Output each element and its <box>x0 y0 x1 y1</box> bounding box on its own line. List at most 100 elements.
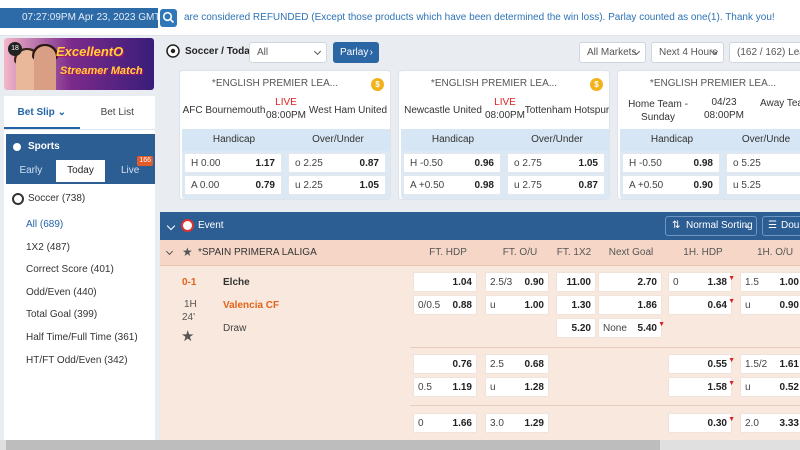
col-1h-hdp: 1H. HDP <box>683 247 723 258</box>
sport-filter-select[interactable]: All <box>249 42 327 63</box>
tab-bet-list[interactable]: Bet List <box>80 96 156 129</box>
col-next-goal: Next Goal <box>608 247 654 258</box>
league-filter-select[interactable]: (162 / 162) Leagu <box>729 42 800 63</box>
odds-cell[interactable]: 1.5/2 1.61 <box>740 354 800 374</box>
odds-cell[interactable]: u 2.75 0.87 <box>507 175 605 195</box>
odds-cell[interactable]: o 2.25 0.87 <box>288 153 386 173</box>
search-button[interactable] <box>160 9 177 27</box>
home-team[interactable]: Elche <box>223 277 250 288</box>
tab-today[interactable]: Today <box>55 160 106 184</box>
odds-cell[interactable]: o 5.25 <box>726 153 800 173</box>
draw-label: Draw <box>223 323 247 334</box>
soccer-ball-icon <box>166 44 180 58</box>
chevron-down-icon[interactable] <box>165 247 174 256</box>
odds-cell[interactable]: 0.55 ▼ <box>668 354 735 374</box>
bet-type-all[interactable]: All (689) <box>26 214 155 237</box>
odds-cell[interactable]: 0.64 ▼ <box>668 295 735 315</box>
odds-cell[interactable]: 1.58 ▼ <box>668 377 735 397</box>
card-away-team: Tottenham Hotspur <box>524 105 610 116</box>
chevron-up-icon[interactable] <box>166 221 176 231</box>
parlay-button[interactable]: Parlay › <box>333 42 379 63</box>
banner-subtitle: Streamer Match <box>60 65 143 77</box>
odds-cell[interactable]: o 2.75 1.05 <box>507 153 605 173</box>
markets-select[interactable]: All Markets <box>579 42 646 63</box>
promo-banner[interactable]: 18 ExcellentO Streamer Match <box>4 38 154 90</box>
odds-cell[interactable]: 1.04 <box>413 272 477 292</box>
card-league: *ENGLISH PREMIER LEA... <box>649 78 777 89</box>
tab-early[interactable]: Early <box>6 160 56 184</box>
odds-cell[interactable]: 0.30 ▼ <box>668 413 735 433</box>
odds-cell[interactable]: u 0.90 <box>740 295 800 315</box>
chevron-right-icon: › <box>369 47 373 58</box>
odds-cell[interactable]: 5.20 <box>556 318 596 338</box>
sports-header: Sports <box>6 134 155 160</box>
featured-match-card[interactable]: *ENGLISH PREMIER LEA... $ Newcastle Unit… <box>398 70 610 200</box>
bet-type-odd-even[interactable]: Odd/Even (440) <box>26 282 155 305</box>
featured-match-card[interactable]: *ENGLISH PREMIER LEA... $ AFC Bournemout… <box>179 70 391 200</box>
list-icon: ☰ <box>768 220 777 231</box>
odds-cell[interactable]: u 0.52 <box>740 377 800 397</box>
odds-cell[interactable]: 2.5 0.68 <box>485 354 549 374</box>
sidebar: Bet Slip ⌄ Bet List Sports Early Today L… <box>4 96 155 450</box>
odds-cell[interactable]: 11.00 <box>556 272 596 292</box>
odds-cell[interactable]: 2.70 <box>598 272 662 292</box>
odds-down-icon: ▼ <box>658 321 665 328</box>
odds-cell[interactable]: u 5.25 <box>726 175 800 195</box>
odds-cell[interactable]: 1.30 <box>556 295 596 315</box>
match-rows: 0-1 1H 24' ★ Elche Valencia CF Draw 1.04… <box>160 266 800 440</box>
odds-cell[interactable]: None 5.40 ▼ <box>598 318 665 338</box>
bet-type-correct-score[interactable]: Correct Score (401) <box>26 259 155 282</box>
match-score: 0-1 <box>182 277 197 288</box>
odds-cell[interactable]: H -0.50 0.98 <box>622 153 720 173</box>
bet-type-ht-ft[interactable]: Half Time/Full Time (361) <box>26 327 155 350</box>
soccer-ball-icon <box>11 141 23 153</box>
scrollbar-thumb[interactable] <box>6 440 660 450</box>
chevron-down-icon: ⌄ <box>742 220 751 231</box>
live-status: LIVE <box>494 97 516 108</box>
bet-type-ht-ft-odd-even[interactable]: HT/FT Odd/Even (342) <box>26 350 155 373</box>
search-icon <box>162 11 175 24</box>
odds-cell[interactable]: 1.86 <box>598 295 662 315</box>
live-count-badge: 166 <box>137 156 154 166</box>
odds-cell[interactable]: A 0.00 0.79 <box>184 175 282 195</box>
over-under-header: Over/Under <box>505 129 609 151</box>
odds-cell[interactable]: A +0.50 0.98 <box>403 175 501 195</box>
col-1h-ou: 1H. O/U <box>756 247 794 258</box>
bet-type-total-goal[interactable]: Total Goal (399) <box>26 304 155 327</box>
odds-cell[interactable]: u 2.25 1.05 <box>288 175 386 195</box>
favorite-star-icon[interactable]: ★ <box>181 327 194 345</box>
odds-cell[interactable]: A +0.50 0.90 <box>622 175 720 195</box>
over-under-header: Over/Under <box>286 129 390 151</box>
odds-cell[interactable]: u 1.28 <box>485 377 549 397</box>
col-ft-hdp: FT. HDP <box>429 247 467 258</box>
odds-cell[interactable]: u 1.00 <box>485 295 549 315</box>
sorting-select[interactable]: ⇅ Normal Sorting ⌄ <box>665 216 757 236</box>
league-header-row[interactable]: ★ *SPAIN PRIMERA LALIGA FT. HDP FT. O/U … <box>160 240 800 266</box>
odds-cell[interactable]: H 0.00 1.17 <box>184 153 282 173</box>
odds-cell[interactable]: 2.0 3.33 <box>740 413 800 433</box>
featured-match-card[interactable]: *ENGLISH PREMIER LEA... Home Team - Sund… <box>617 70 800 200</box>
handicap-header: Handicap <box>401 129 505 151</box>
bet-type-1x2[interactable]: 1X2 (487) <box>26 237 155 260</box>
odds-cell[interactable]: 2.5/3 0.90 <box>485 272 549 292</box>
odds-cell[interactable]: 0 1.38 ▼ <box>668 272 735 292</box>
betslip-tabs: Bet Slip ⌄ Bet List <box>4 96 155 130</box>
odds-cell[interactable]: 3.0 1.29 <box>485 413 549 433</box>
odds-cell[interactable]: 0/0.5 0.88 <box>413 295 477 315</box>
odds-cell[interactable]: 0 1.66 <box>413 413 477 433</box>
away-team[interactable]: Valencia CF <box>223 300 279 311</box>
double-line-button[interactable]: ☰Doub <box>762 216 800 236</box>
odds-cell[interactable]: 0.76 <box>413 354 477 374</box>
col-ft-ou: FT. O/U <box>502 247 538 258</box>
age-badge: 18 <box>8 42 22 56</box>
odds-cell[interactable]: H -0.50 0.96 <box>403 153 501 173</box>
tab-live[interactable]: Live 166 <box>105 156 155 184</box>
odds-cell[interactable]: 1.5 1.00 <box>740 272 800 292</box>
odds-cell[interactable]: 0.5 1.19 <box>413 377 477 397</box>
card-home-team: Home Team - Sunday <box>628 99 688 123</box>
star-icon[interactable]: ★ <box>182 246 193 258</box>
bet-type-list: All (689) 1X2 (487) Correct Score (401) … <box>4 214 155 372</box>
tab-bet-slip[interactable]: Bet Slip ⌄ <box>4 96 80 129</box>
time-range-select[interactable]: Next 4 Hours <box>651 42 724 63</box>
sidebar-item-soccer[interactable]: Soccer (738) <box>4 184 155 214</box>
